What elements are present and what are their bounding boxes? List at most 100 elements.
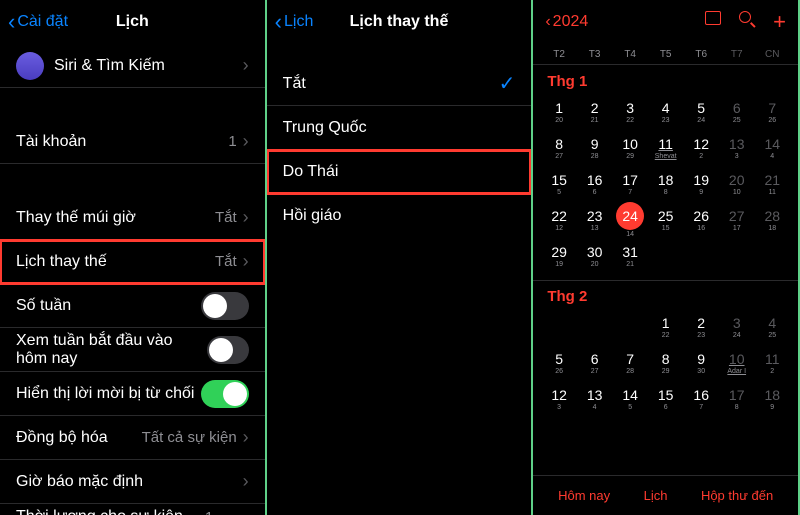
calendar-day[interactable]: 2717 — [719, 202, 755, 238]
calendar-day[interactable]: 133 — [719, 130, 755, 166]
option-off[interactable]: Tắt ✓ — [267, 62, 532, 106]
calendar-day[interactable]: 188 — [648, 166, 684, 202]
calendar-day[interactable]: 2212 — [541, 202, 577, 238]
calendar-day[interactable] — [541, 309, 577, 345]
tz-override-row[interactable]: Thay thế múi giờ Tắt› — [0, 196, 265, 240]
week-view-today-row[interactable]: Xem tuần bắt đầu vào hôm nay — [0, 328, 265, 372]
calendar-day[interactable] — [648, 238, 684, 274]
calendar-day[interactable] — [577, 309, 613, 345]
jan-grid[interactable]: 120221322423524625726827928102911Shevat1… — [533, 94, 798, 274]
calendar-day[interactable]: 10Adar I — [719, 345, 755, 381]
calendar-day[interactable]: 423 — [648, 94, 684, 130]
calendar-day[interactable]: 930 — [683, 345, 719, 381]
calendar-day[interactable]: 120 — [541, 94, 577, 130]
option-islamic[interactable]: Hồi giáo — [267, 194, 532, 238]
chevron-left-icon: ‹ — [545, 13, 550, 31]
alt-calendar-row[interactable]: Lịch thay thế Tắt› — [0, 240, 265, 284]
calendar-day[interactable]: 928 — [577, 130, 613, 166]
sync-row[interactable]: Đồng bộ hóa Tất cả sự kiện› — [0, 416, 265, 460]
calendar-day[interactable]: 134 — [577, 381, 613, 417]
calendar-day[interactable]: 827 — [541, 130, 577, 166]
calendar-day[interactable] — [754, 238, 790, 274]
inbox-button[interactable]: Hộp thư đến — [701, 488, 773, 503]
calendar-day[interactable]: 177 — [612, 166, 648, 202]
header: ‹Cài đặt Lịch — [0, 0, 265, 44]
siri-search-row[interactable]: Siri & Tìm Kiếm › — [0, 44, 265, 88]
accounts-row[interactable]: Tài khoản 1› — [0, 120, 265, 164]
today-button[interactable]: Hôm nay — [558, 488, 610, 503]
day-of-week-header: T2T3T4T5T6T7CN — [533, 44, 798, 64]
calendar-tabbar: Hôm nay Lịch Hộp thư đến — [533, 475, 798, 515]
header: ‹Lịch Lịch thay thế — [267, 0, 532, 44]
calendar-day[interactable]: 425 — [754, 309, 790, 345]
calendar-day[interactable]: 2414 — [612, 202, 648, 238]
calendar-day[interactable]: 155 — [541, 166, 577, 202]
calendar-day[interactable]: 167 — [683, 381, 719, 417]
calendar-day[interactable]: 2616 — [683, 202, 719, 238]
calendar-day[interactable]: 728 — [612, 345, 648, 381]
option-hebrew[interactable]: Do Thái — [267, 150, 532, 194]
calendar-day[interactable]: 144 — [754, 130, 790, 166]
week-view-toggle[interactable] — [207, 336, 248, 364]
calendar-day[interactable]: 112 — [754, 345, 790, 381]
back-button[interactable]: ‹Cài đặt — [8, 9, 68, 35]
calendar-day[interactable]: 156 — [648, 381, 684, 417]
calendar-day[interactable] — [683, 238, 719, 274]
calendar-day[interactable]: 189 — [754, 381, 790, 417]
calendar-day[interactable]: 145 — [612, 381, 648, 417]
search-icon[interactable] — [739, 11, 755, 27]
add-event-icon[interactable]: + — [773, 11, 786, 33]
chevron-right-icon: › — [243, 207, 249, 228]
option-chinese[interactable]: Trung Quốc — [267, 106, 532, 150]
calendar-day[interactable]: 726 — [754, 94, 790, 130]
chevron-right-icon: › — [243, 55, 249, 76]
calendar-day[interactable]: 322 — [612, 94, 648, 130]
show-declined-row[interactable]: Hiển thị lời mời bị từ chối — [0, 372, 265, 416]
settings-calendar-panel: ‹Cài đặt Lịch Siri & Tìm Kiếm › Tài khoả… — [0, 0, 267, 515]
calendar-day[interactable]: 625 — [719, 94, 755, 130]
calendar-day[interactable]: 166 — [577, 166, 613, 202]
calendar-day[interactable]: 524 — [683, 94, 719, 130]
chevron-right-icon: › — [243, 471, 249, 492]
calendar-day[interactable]: 324 — [719, 309, 755, 345]
calendar-day[interactable] — [612, 309, 648, 345]
calendar-day[interactable]: 221 — [577, 94, 613, 130]
year-back-button[interactable]: ‹2024 — [545, 13, 588, 31]
chevron-right-icon: › — [243, 427, 249, 448]
show-declined-toggle[interactable] — [201, 380, 249, 408]
chevron-right-icon: › — [243, 131, 249, 152]
calendar-day[interactable]: 526 — [541, 345, 577, 381]
week-numbers-row[interactable]: Số tuần — [0, 284, 265, 328]
calendar-day[interactable]: 11Shevat — [648, 130, 684, 166]
calendar-day[interactable]: 3121 — [612, 238, 648, 274]
calendar-day[interactable]: 2919 — [541, 238, 577, 274]
duration-row[interactable]: Thời lượng cho sự kiện mới 1 giờ› — [0, 504, 265, 515]
default-alert-row[interactable]: Giờ báo mặc định › — [0, 460, 265, 504]
calendar-day[interactable]: 627 — [577, 345, 613, 381]
calendar-app-panel: ‹2024 + T2T3T4T5T6T7CN Thg 1 12022132242… — [533, 0, 800, 515]
calendar-day[interactable]: 3020 — [577, 238, 613, 274]
calendars-button[interactable]: Lịch — [644, 488, 668, 503]
calendar-day[interactable]: 122 — [648, 309, 684, 345]
calendar-day[interactable]: 199 — [683, 166, 719, 202]
calendar-day[interactable]: 829 — [648, 345, 684, 381]
feb-grid[interactable]: 122223324425 52662772882993010Adar I112 12… — [533, 309, 798, 417]
calendar-day[interactable]: 2515 — [648, 202, 684, 238]
calendar-day[interactable]: 223 — [683, 309, 719, 345]
siri-icon — [16, 52, 44, 80]
calendar-day[interactable]: 2313 — [577, 202, 613, 238]
calendar-day[interactable]: 2010 — [719, 166, 755, 202]
calendar-day[interactable]: 123 — [541, 381, 577, 417]
calendar-day[interactable]: 178 — [719, 381, 755, 417]
chevron-right-icon: › — [243, 251, 249, 272]
chevron-left-icon: ‹ — [275, 9, 282, 35]
calendar-day[interactable]: 1029 — [612, 130, 648, 166]
calendar-day[interactable]: 2818 — [754, 202, 790, 238]
alt-calendar-panel: ‹Lịch Lịch thay thế Tắt ✓ Trung Quốc Do … — [267, 0, 534, 515]
list-view-icon[interactable] — [705, 11, 721, 25]
calendar-day[interactable]: 2111 — [754, 166, 790, 202]
week-numbers-toggle[interactable] — [201, 292, 249, 320]
calendar-day[interactable]: 122 — [683, 130, 719, 166]
back-button[interactable]: ‹Lịch — [275, 9, 314, 35]
calendar-day[interactable] — [719, 238, 755, 274]
